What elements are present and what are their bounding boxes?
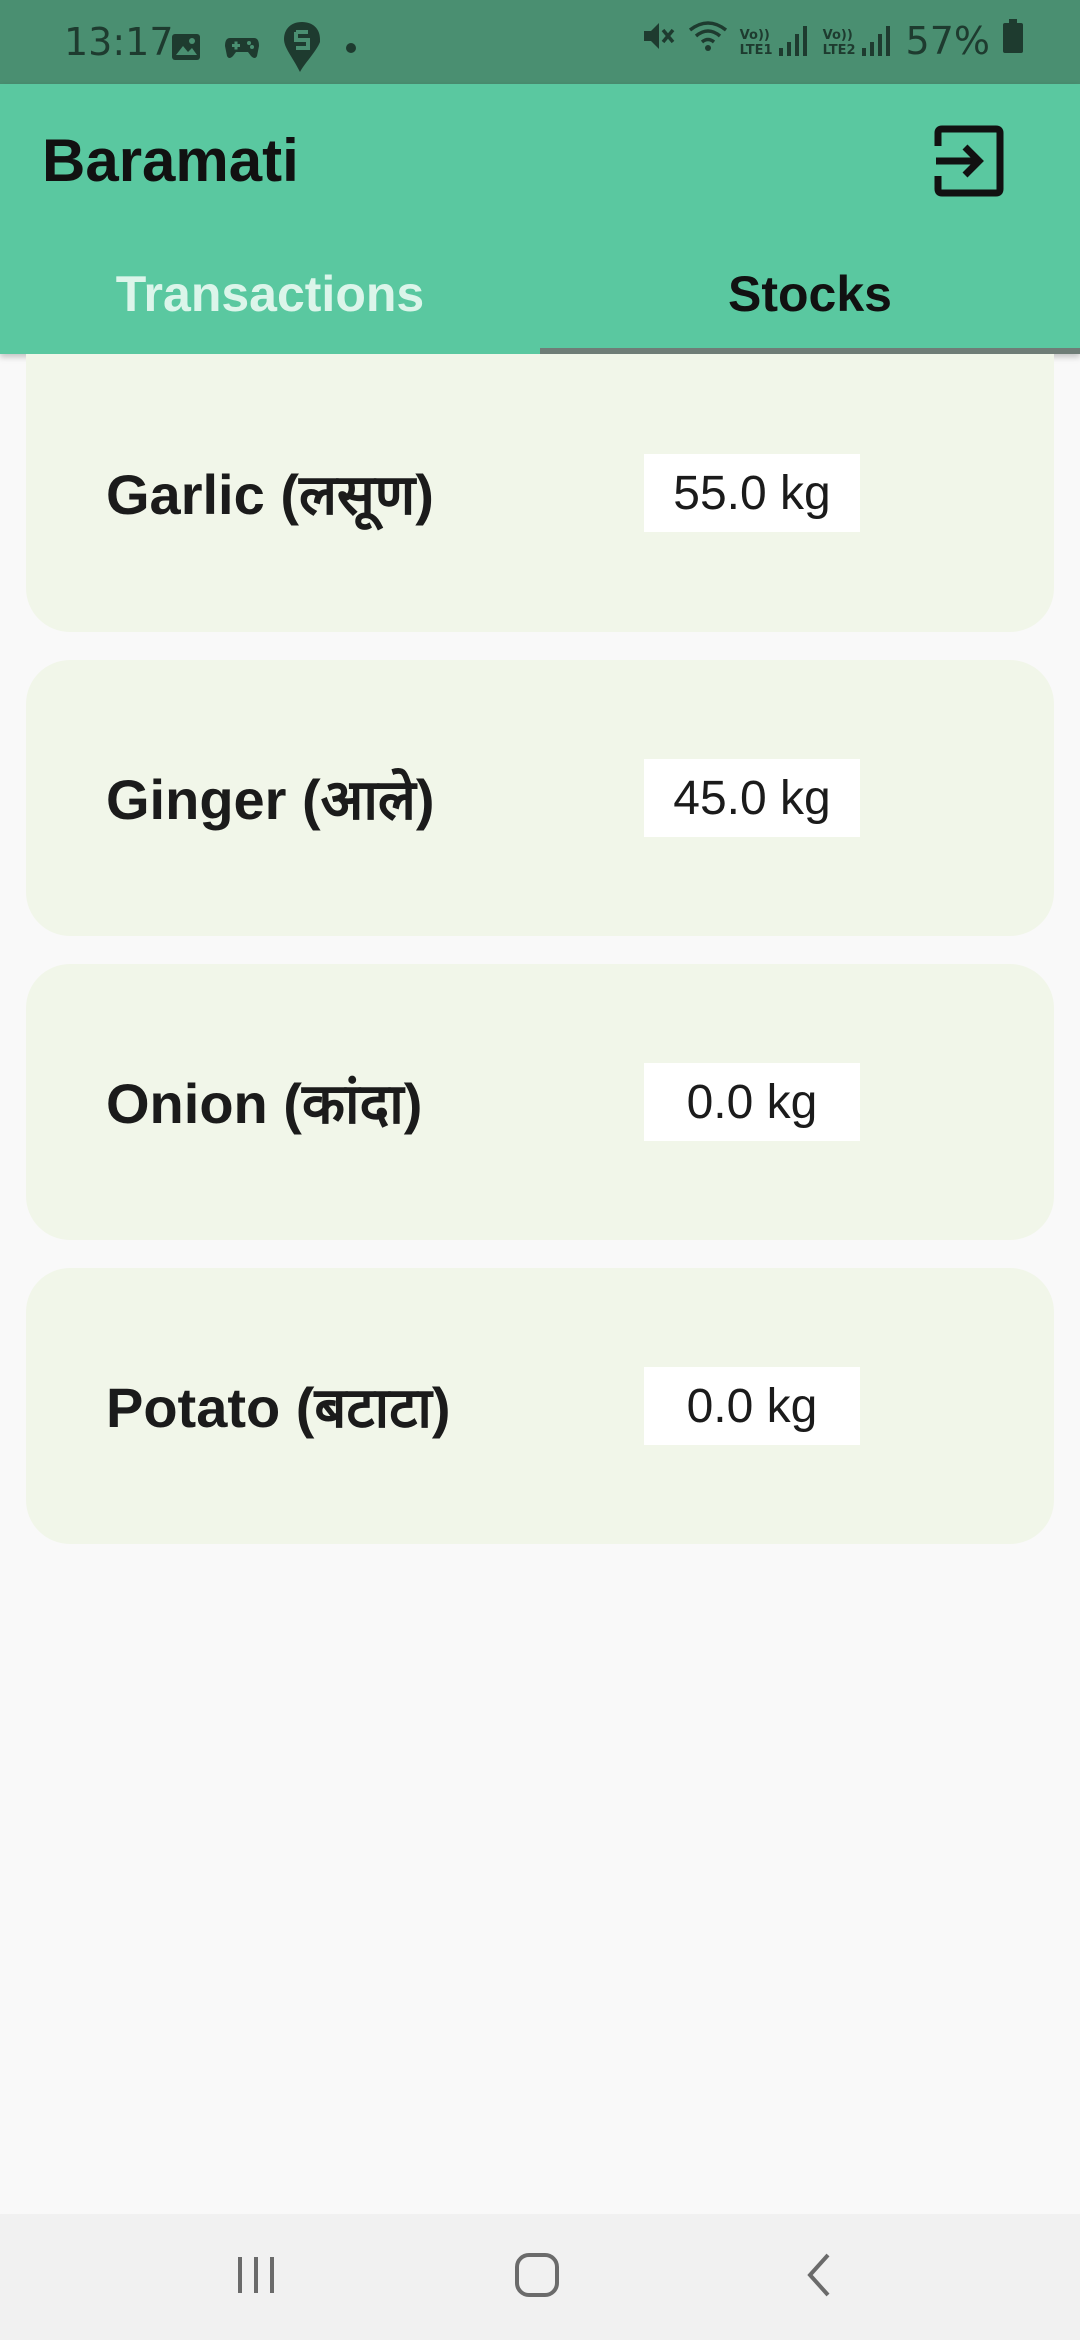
home-icon — [513, 2251, 561, 2304]
back-icon — [802, 2251, 834, 2304]
dot-icon — [344, 40, 358, 59]
mute-icon — [640, 18, 676, 63]
tab-transactions[interactable]: Transactions — [0, 234, 540, 354]
recent-apps-button[interactable] — [186, 2214, 326, 2340]
lte1-label: LTE1 — [739, 42, 773, 58]
stock-name: Ginger (आले) — [106, 768, 435, 831]
wifi-calling-icon — [688, 18, 728, 63]
battery-percent: 57% — [905, 18, 990, 63]
status-notification-icons — [170, 20, 358, 78]
stock-quantity: 0.0 kg — [644, 1367, 860, 1445]
list-item[interactable]: Garlic (लसूण) 55.0 kg — [26, 354, 1054, 632]
status-time: 13:17 — [64, 20, 174, 64]
game-controller-icon — [224, 32, 260, 66]
battery-icon — [1002, 18, 1024, 63]
system-nav-bar — [0, 2214, 1080, 2340]
stock-quantity: 55.0 kg — [644, 454, 860, 532]
page-title: Baramati — [42, 127, 299, 194]
stock-list: Garlic (लसूण) 55.0 kg Ginger (आले) 45.0 … — [26, 354, 1054, 1572]
tab-label: Stocks — [728, 266, 892, 322]
stock-quantity: 45.0 kg — [644, 759, 860, 837]
lte2-label: LTE2 — [822, 42, 856, 58]
volte-label: Vo)) — [739, 27, 770, 43]
home-button[interactable] — [467, 2214, 607, 2340]
list-item[interactable]: Ginger (आले) 45.0 kg — [26, 660, 1054, 936]
tab-bar: Transactions Stocks — [0, 234, 1080, 354]
list-item[interactable]: Onion (कांदा) 0.0 kg — [26, 964, 1054, 1240]
app-bar: Baramati Transactions Stocks — [0, 84, 1080, 354]
logout-icon — [932, 124, 1006, 203]
stock-name: Potato (बटाटा) — [106, 1376, 451, 1439]
list-item[interactable]: Potato (बटाटा) 0.0 kg — [26, 1268, 1054, 1544]
tab-label: Transactions — [115, 266, 425, 322]
recent-apps-icon — [234, 2255, 278, 2300]
tab-stocks[interactable]: Stocks — [540, 234, 1080, 354]
back-button[interactable] — [748, 2214, 888, 2340]
stock-quantity: 0.0 kg — [644, 1063, 860, 1141]
status-system-icons: Vo)) LTE1 Vo)) LTE2 57% — [640, 18, 1024, 63]
signal-lte2-icon: Vo)) LTE2 — [823, 24, 894, 58]
stock-name: Garlic (लसूण) — [106, 463, 434, 526]
swiggy-icon — [282, 20, 322, 78]
signal-lte1-icon: Vo)) LTE1 — [740, 24, 811, 58]
volte-label: Vo)) — [822, 27, 853, 43]
stock-name: Onion (कांदा) — [106, 1072, 423, 1135]
image-icon — [170, 31, 202, 67]
status-bar: 13:17 Vo)) LTE1 Vo)) LTE2 57% — [0, 0, 1080, 84]
logout-button[interactable] — [924, 118, 1014, 208]
